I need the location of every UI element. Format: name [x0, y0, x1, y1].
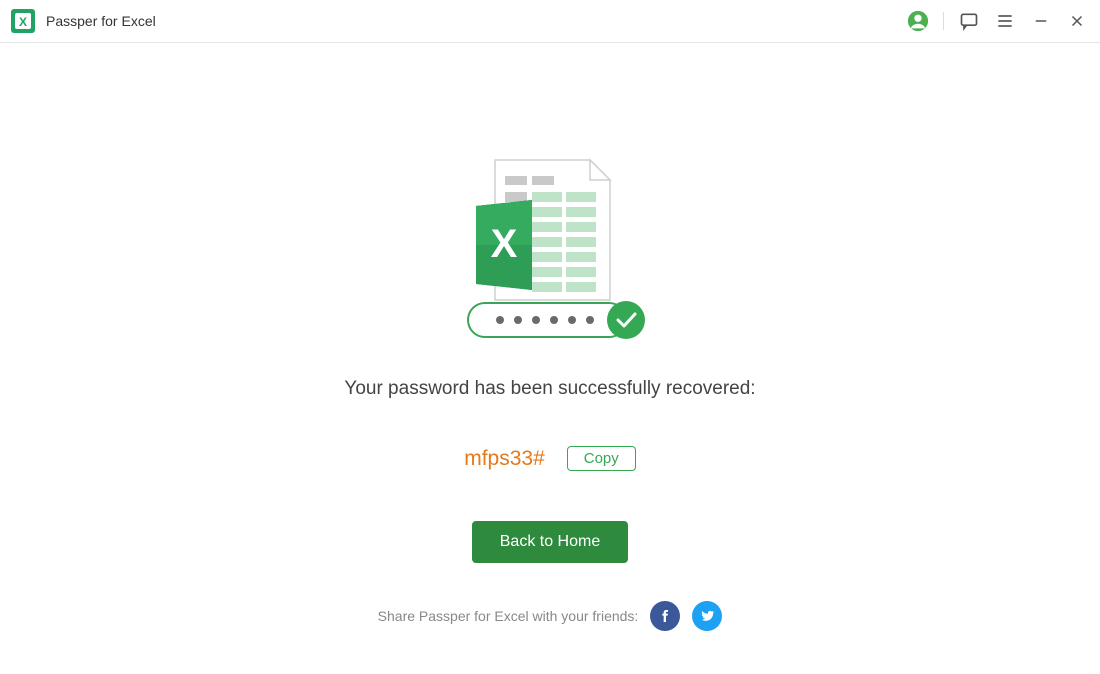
minimize-icon[interactable]	[1030, 10, 1052, 32]
share-text: Share Passper for Excel with your friend…	[378, 608, 639, 624]
password-result-row: mfps33# Copy	[464, 446, 636, 471]
titlebar: X Passper for Excel	[0, 0, 1100, 43]
recovered-password: mfps33#	[464, 447, 545, 471]
facebook-icon[interactable]	[650, 601, 680, 631]
feedback-icon[interactable]	[958, 10, 980, 32]
share-row: Share Passper for Excel with your friend…	[378, 601, 723, 631]
separator	[943, 12, 944, 30]
copy-button[interactable]: Copy	[567, 446, 636, 471]
svg-text:X: X	[491, 222, 518, 266]
success-illustration: X	[450, 158, 650, 348]
window-controls	[907, 10, 1088, 32]
success-message: Your password has been successfully reco…	[344, 378, 755, 400]
account-icon[interactable]	[907, 10, 929, 32]
svg-text:X: X	[19, 15, 27, 29]
excel-app-icon: X	[10, 8, 36, 34]
menu-icon[interactable]	[994, 10, 1016, 32]
twitter-icon[interactable]	[692, 601, 722, 631]
close-icon[interactable]	[1066, 10, 1088, 32]
back-to-home-button[interactable]: Back to Home	[472, 521, 628, 563]
main-content: X Your password has been successfully re…	[0, 43, 1100, 631]
app-title: Passper for Excel	[46, 13, 156, 29]
